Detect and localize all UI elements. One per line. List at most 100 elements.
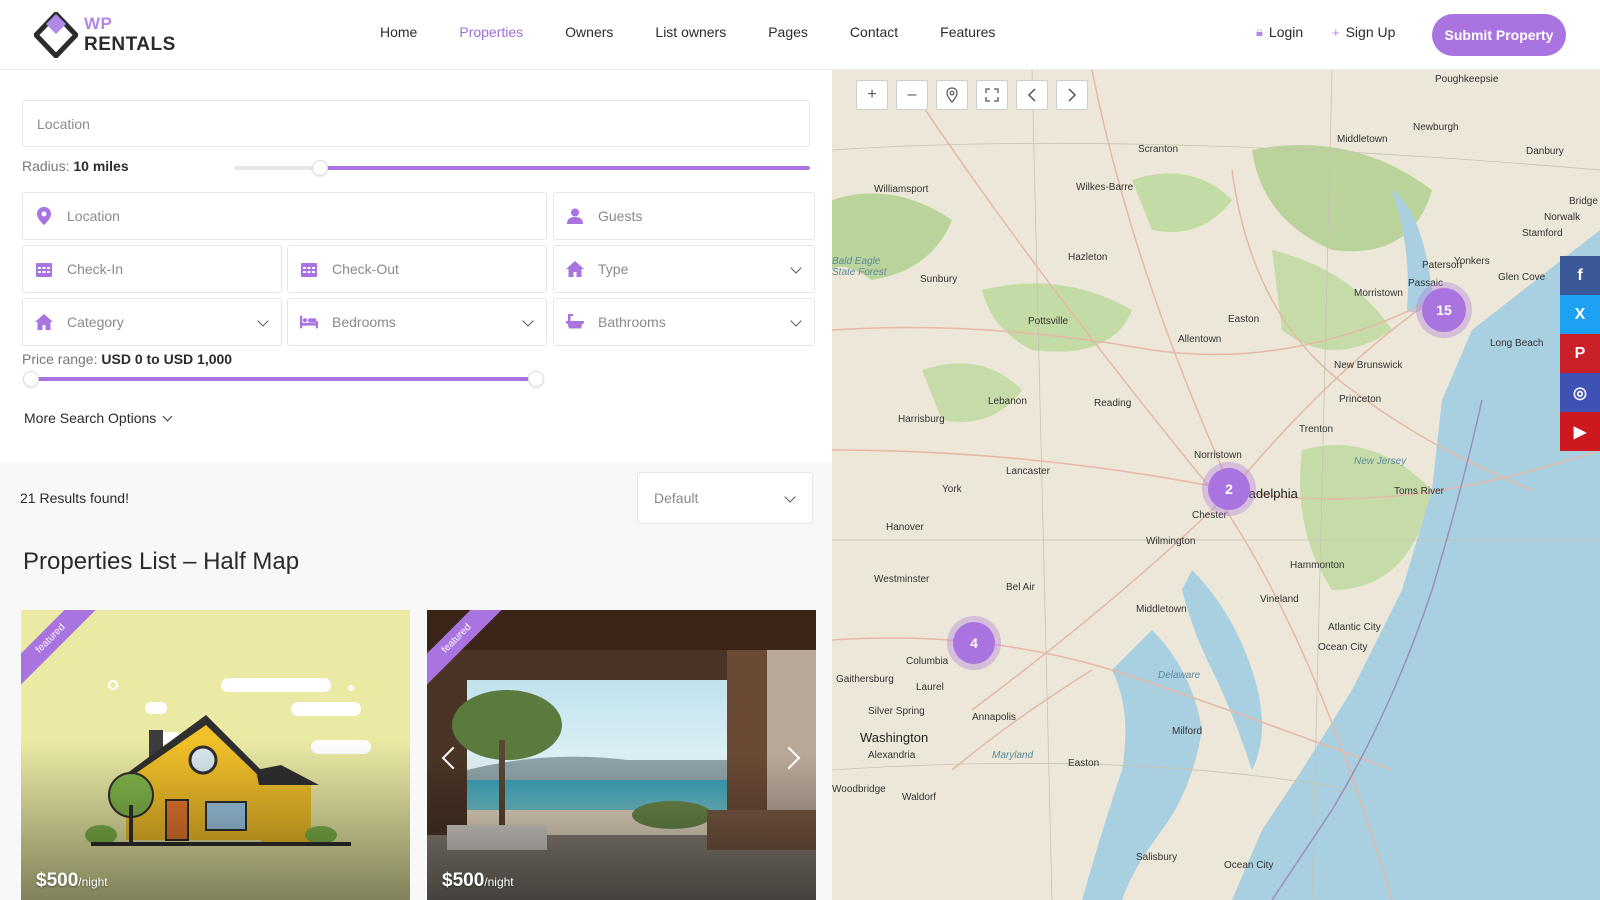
price-amount: $500	[36, 870, 79, 891]
chevron-left-icon	[1027, 88, 1036, 102]
property-map[interactable]: Poughkeepsie Middletown Newburgh Danbury…	[832, 70, 1600, 900]
facebook-icon[interactable]: f	[1560, 256, 1600, 295]
fullscreen-button[interactable]	[976, 80, 1008, 110]
locate-button[interactable]	[936, 80, 968, 110]
map-cluster-marker[interactable]: 2	[1208, 468, 1250, 510]
property-card[interactable]: featured $500/night	[427, 610, 816, 900]
map-label: Norristown	[1194, 450, 1242, 461]
map-label: Lancaster	[1006, 466, 1050, 477]
map-label: Princeton	[1339, 394, 1382, 405]
submit-property-button[interactable]: Submit Property	[1432, 14, 1566, 56]
map-label: Annapolis	[972, 712, 1016, 723]
zoom-in-button[interactable]: +	[856, 80, 888, 110]
type-placeholder: Type	[598, 261, 629, 277]
category-select[interactable]: Category	[22, 298, 282, 346]
property-illustration-image	[21, 610, 410, 900]
guests-placeholder: Guests	[598, 208, 643, 224]
map-label: Easton	[1068, 758, 1100, 769]
map-label: Waldorf	[902, 792, 937, 803]
map-cluster-marker[interactable]: 4	[953, 622, 995, 664]
nav-features[interactable]: Features	[940, 24, 995, 46]
pinterest-icon[interactable]: P	[1560, 334, 1600, 373]
location-input[interactable]: Location	[22, 192, 547, 240]
map-label: Wilkes-Barre	[1076, 182, 1134, 193]
type-select[interactable]: Type	[553, 245, 815, 293]
site-logo[interactable]: WP RENTALS	[34, 12, 184, 58]
x-icon[interactable]: X	[1560, 295, 1600, 334]
price-slider-max-handle[interactable]	[528, 371, 544, 387]
main-nav: Home Properties Owners List owners Pages…	[380, 24, 1037, 46]
map-label: Allentown	[1178, 334, 1222, 345]
bath-icon	[566, 313, 584, 331]
map-cluster-marker[interactable]: 15	[1422, 288, 1466, 332]
nav-home[interactable]: Home	[380, 24, 417, 46]
map-label: Reading	[1094, 398, 1132, 409]
map-label: Atlantic City	[1328, 622, 1381, 633]
radius-slider-handle[interactable]	[312, 160, 329, 176]
map-label: Hazleton	[1068, 252, 1108, 263]
map-label: Vineland	[1260, 594, 1299, 605]
map-label: Bald Eagle State Forest	[832, 256, 887, 278]
logo-mark-icon	[34, 12, 78, 58]
youtube-icon[interactable]: ▶	[1560, 412, 1600, 451]
bed-icon	[300, 313, 318, 331]
radius-label: Radius: 10 miles	[22, 158, 129, 174]
map-label: Delaware	[1158, 670, 1201, 681]
map-label: Morristown	[1354, 288, 1403, 299]
map-label: New Brunswick	[1334, 360, 1403, 371]
login-link[interactable]: 🔒︎ Login	[1256, 24, 1303, 40]
bedrooms-placeholder: Bedrooms	[332, 314, 396, 330]
sort-value: Default	[654, 490, 699, 506]
location-search-input[interactable]: Location	[22, 100, 810, 147]
nav-contact[interactable]: Contact	[850, 24, 898, 46]
map-label: Salisbury	[1136, 852, 1178, 863]
nav-owners[interactable]: Owners	[565, 24, 613, 46]
nav-pages[interactable]: Pages	[768, 24, 808, 46]
map-label: Westminster	[874, 574, 930, 585]
category-placeholder: Category	[67, 314, 124, 330]
map-label: Lebanon	[988, 396, 1027, 407]
map-label: Easton	[1228, 314, 1260, 325]
calendar-icon	[300, 260, 318, 278]
map-label: York	[942, 484, 962, 495]
instagram-icon[interactable]: ◎	[1560, 373, 1600, 412]
map-label: Washington	[860, 730, 929, 745]
map-label: Columbia	[906, 656, 949, 667]
signup-link[interactable]: + Sign Up	[1332, 24, 1395, 40]
map-label: Bridge	[1569, 196, 1598, 207]
chevron-down-icon	[790, 315, 802, 327]
guests-input[interactable]: Guests	[553, 192, 815, 240]
chevron-down-icon	[257, 315, 269, 327]
checkout-input[interactable]: Check-Out	[287, 245, 547, 293]
map-label: Gaithersburg	[836, 674, 894, 685]
chevron-down-icon	[790, 262, 802, 274]
map-label: Paterson	[1422, 260, 1463, 271]
map-next-button[interactable]	[1056, 80, 1088, 110]
map-prev-button[interactable]	[1016, 80, 1048, 110]
map-label: Stamford	[1522, 228, 1563, 239]
map-label: New Jersey	[1354, 456, 1407, 467]
map-label: Maryland	[992, 750, 1034, 761]
site-header: WP RENTALS Home Properties Owners List o…	[0, 0, 1600, 70]
more-search-options-toggle[interactable]: More Search Options	[24, 410, 173, 426]
map-pin-icon	[35, 207, 53, 225]
map-label: Hammonton	[1290, 560, 1345, 571]
map-label: Woodbridge	[832, 784, 886, 795]
checkin-input[interactable]: Check-In	[22, 245, 282, 293]
property-card[interactable]: featured $500/night	[21, 610, 410, 900]
logo-text-wp: WP	[84, 14, 113, 33]
chevron-down-icon	[162, 411, 173, 421]
zoom-out-button[interactable]: –	[896, 80, 928, 110]
nav-list-owners[interactable]: List owners	[655, 24, 726, 46]
radius-value: 10 miles	[73, 158, 129, 174]
results-count: 21 Results found!	[20, 490, 129, 506]
bedrooms-select[interactable]: Bedrooms	[287, 298, 547, 346]
home-icon	[566, 260, 584, 278]
bathrooms-select[interactable]: Bathrooms	[553, 298, 815, 346]
map-label: Pottsville	[1028, 316, 1069, 327]
map-label: Chester	[1192, 510, 1228, 521]
price-slider-min-handle[interactable]	[23, 371, 39, 387]
nav-properties[interactable]: Properties	[459, 24, 523, 46]
sort-select[interactable]: Default	[637, 472, 813, 524]
map-label: Ocean City	[1318, 642, 1368, 653]
